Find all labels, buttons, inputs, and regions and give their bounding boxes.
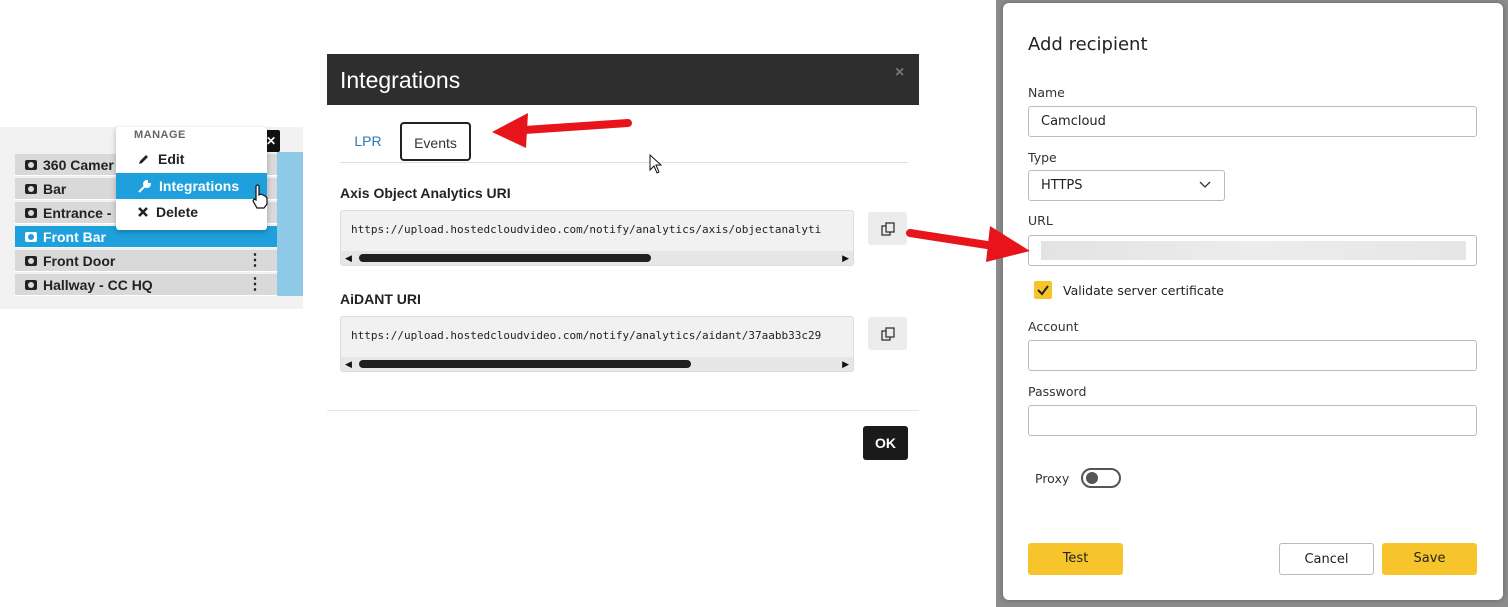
red-arrow-to-events-tab — [492, 113, 632, 148]
red-arrow-to-url-field — [906, 226, 1030, 262]
annotation-layer — [492, 113, 1030, 262]
